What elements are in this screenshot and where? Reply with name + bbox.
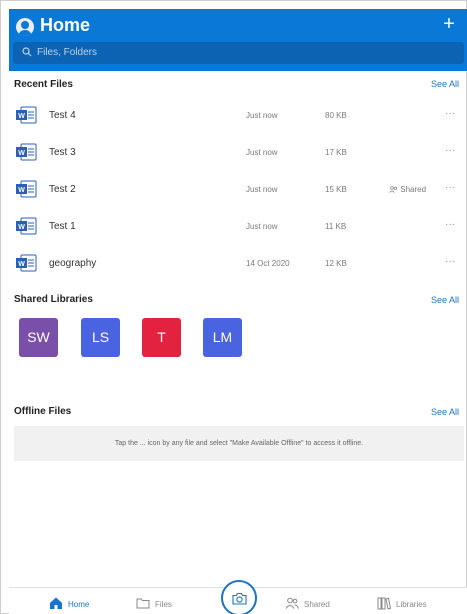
file-time: Just now <box>246 185 278 194</box>
library-tile-ls[interactable]: LS <box>81 318 120 357</box>
more-options-button[interactable]: ··· <box>445 219 455 230</box>
file-row[interactable]: W Test 2 Just now 15 KB Shared ··· <box>9 172 467 206</box>
library-icon <box>377 597 391 610</box>
file-name: Test 1 <box>49 221 76 232</box>
page-title: Home <box>40 15 91 35</box>
word-doc-icon: W <box>16 106 37 124</box>
offline-see-all-link[interactable]: See All <box>431 407 459 417</box>
tab-label: Libraries <box>396 600 427 609</box>
file-row[interactable]: W Test 4 Just now 80 KB ··· <box>9 98 467 132</box>
svg-text:W: W <box>18 187 25 194</box>
tab-label: Shared <box>304 600 330 609</box>
shared-label: Shared <box>400 185 427 194</box>
more-options-button[interactable]: ··· <box>445 256 455 267</box>
svg-text:W: W <box>18 224 25 231</box>
svg-text:W: W <box>18 150 25 157</box>
more-options-button[interactable]: ··· <box>445 182 455 193</box>
offline-files-title: Offline Files <box>14 406 72 417</box>
tab-label: Files <box>155 600 172 609</box>
shared-libraries-title: Shared Libraries <box>14 294 93 305</box>
offline-message: Tap the ... icon by any file and select … <box>114 440 364 447</box>
file-name: Test 3 <box>49 147 76 158</box>
recent-see-all-link[interactable]: See All <box>431 79 459 89</box>
file-name: Test 4 <box>49 110 76 121</box>
word-doc-icon: W <box>16 180 37 198</box>
tab-label: Home <box>68 600 90 609</box>
search-input[interactable]: Files, Folders <box>13 42 464 64</box>
libraries-see-all-link[interactable]: See All <box>431 295 459 305</box>
people-icon <box>285 597 299 609</box>
file-row[interactable]: W Test 3 Just now 17 KB ··· <box>9 135 467 169</box>
library-tile-t[interactable]: T <box>142 318 181 357</box>
library-tile-lm[interactable]: LM <box>203 318 242 357</box>
more-options-button[interactable]: ··· <box>445 145 455 156</box>
app-frame: Home + Files, Folders Recent Files See A… <box>0 0 467 614</box>
file-name: geography <box>49 258 97 269</box>
shared-status: Shared <box>389 185 426 194</box>
word-doc-icon: W <box>16 217 37 235</box>
file-row[interactable]: W geography 14 Oct 2020 12 KB ··· <box>9 246 467 280</box>
svg-text:W: W <box>18 113 25 120</box>
more-options-button[interactable]: ··· <box>445 108 455 119</box>
file-size: 17 KB <box>325 148 347 157</box>
search-icon <box>22 47 32 57</box>
library-tile-sw[interactable]: SW <box>19 318 58 357</box>
file-size: 12 KB <box>325 259 347 268</box>
svg-text:W: W <box>18 261 25 268</box>
add-button[interactable]: + <box>439 13 459 35</box>
app-header: Home + Files, Folders <box>9 9 467 71</box>
word-doc-icon: W <box>16 254 37 272</box>
search-placeholder: Files, Folders <box>37 47 98 58</box>
recent-files-title: Recent Files <box>14 79 73 90</box>
file-size: 80 KB <box>325 111 347 120</box>
file-time: 14 Oct 2020 <box>246 259 290 268</box>
bottom-tab-bar: Home Files Shared Libraries <box>9 580 467 614</box>
file-time: Just now <box>246 148 278 157</box>
camera-icon <box>232 592 247 605</box>
file-row[interactable]: W Test 1 Just now 11 KB ··· <box>9 209 467 243</box>
file-size: 15 KB <box>325 185 347 194</box>
file-size: 11 KB <box>325 222 347 231</box>
home-icon <box>50 597 62 609</box>
camera-button[interactable] <box>221 580 257 614</box>
offline-empty-state: Tap the ... icon by any file and select … <box>14 426 464 461</box>
avatar[interactable] <box>16 18 34 36</box>
file-name: Test 2 <box>49 184 76 195</box>
folder-icon <box>136 598 150 609</box>
file-time: Just now <box>246 222 278 231</box>
shared-people-icon <box>389 186 398 193</box>
file-time: Just now <box>246 111 278 120</box>
word-doc-icon: W <box>16 143 37 161</box>
